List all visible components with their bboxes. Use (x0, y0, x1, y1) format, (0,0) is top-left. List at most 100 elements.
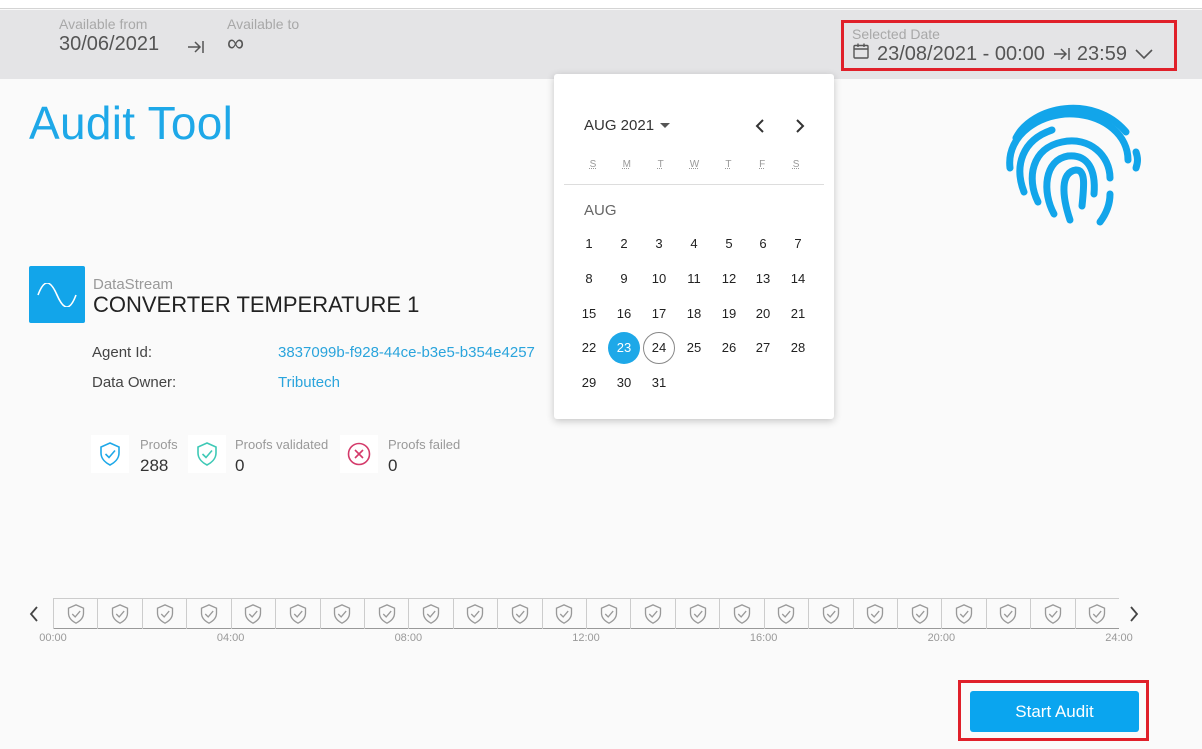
top-border (0, 0, 1202, 9)
timeline-segment[interactable] (541, 599, 586, 629)
weekday-label: T (725, 159, 732, 170)
calendar-day[interactable]: 15 (573, 298, 605, 330)
timeline-segment[interactable] (1030, 599, 1074, 629)
timeline-tick-label: 04:00 (216, 632, 245, 644)
timeline-segment[interactable] (97, 599, 141, 629)
shield-check-icon (334, 604, 351, 624)
timeline-segment[interactable] (586, 599, 630, 629)
calendar-month-label: AUG (584, 202, 617, 219)
calendar-day[interactable]: 19 (713, 298, 745, 330)
calendar-day[interactable]: 14 (782, 263, 814, 295)
timeline-segment[interactable] (763, 599, 808, 629)
calendar-day[interactable]: 16 (608, 298, 640, 330)
calendar-divider (564, 184, 824, 185)
calendar-day[interactable]: 12 (713, 263, 745, 295)
calendar-day[interactable]: 8 (573, 263, 605, 295)
timeline-prev-button[interactable] (24, 600, 44, 628)
proofs-label: Proofs (140, 437, 178, 452)
available-from: Available from 30/06/2021 (59, 16, 159, 56)
calendar-day[interactable]: 21 (782, 298, 814, 330)
calendar-day[interactable]: 6 (747, 228, 779, 260)
calendar-day[interactable]: 26 (713, 332, 745, 364)
calendar-day[interactable]: 13 (747, 263, 779, 295)
start-audit-button[interactable]: Start Audit (970, 691, 1139, 732)
timeline-segment[interactable] (452, 599, 497, 629)
calendar-day[interactable]: 27 (747, 332, 779, 364)
prev-month-button[interactable] (748, 114, 772, 138)
available-from-value: 30/06/2021 (59, 33, 160, 55)
timeline-segment[interactable] (852, 599, 897, 629)
datastream-name: CONVERTER TEMPERATURE 1 (93, 292, 420, 317)
timeline-segment[interactable] (497, 599, 541, 629)
calendar-day[interactable]: 7 (782, 228, 814, 260)
shield-check-icon (778, 604, 795, 624)
calendar-day[interactable]: 22 (573, 332, 605, 364)
timeline-segment[interactable] (230, 599, 275, 629)
next-month-button[interactable] (788, 114, 812, 138)
timeline-segment[interactable] (319, 599, 364, 629)
calendar-day[interactable]: 18 (678, 298, 710, 330)
shield-check-icon (289, 604, 306, 624)
shield-check-icon (1089, 604, 1106, 624)
timeline-segment[interactable] (674, 599, 719, 629)
shield-check-icon (245, 604, 262, 624)
calendar-day[interactable]: 11 (678, 263, 710, 295)
arrow-to-icon (186, 38, 206, 56)
timeline-segment[interactable] (141, 599, 186, 629)
data-owner-link[interactable]: Tributech (278, 374, 340, 391)
month-year-label: AUG 2021 (584, 117, 655, 134)
timeline-segment[interactable] (719, 599, 763, 629)
calendar-day[interactable]: 29 (573, 367, 605, 399)
timeline-segment[interactable] (1074, 599, 1119, 629)
timeline-next-button[interactable] (1124, 600, 1144, 628)
weekday-label: M (622, 159, 631, 170)
proofs-shield-icon (91, 435, 129, 473)
timeline-segment[interactable] (53, 599, 97, 629)
calendar-day[interactable]: 10 (643, 263, 675, 295)
weekday-label: W (689, 159, 700, 170)
timeline-segment[interactable] (941, 599, 985, 629)
available-to-value: ∞ (227, 30, 245, 57)
calendar-icon (852, 42, 870, 66)
calendar-day[interactable]: 4 (678, 228, 710, 260)
calendar-day[interactable]: 3 (643, 228, 675, 260)
shield-check-icon (111, 604, 129, 624)
timeline-tick-label: 12:00 (572, 632, 600, 644)
calendar-day[interactable]: 1 (573, 228, 605, 260)
calendar-day[interactable]: 25 (678, 332, 710, 364)
chevron-right-icon (796, 119, 805, 133)
calendar-day[interactable]: 5 (713, 228, 745, 260)
calendar-day[interactable]: 20 (747, 298, 779, 330)
datastream-wave-icon (29, 266, 85, 323)
timeline-segment[interactable] (363, 599, 408, 629)
calendar-day[interactable]: 2 (608, 228, 640, 260)
calendar-day[interactable]: 24 (643, 332, 675, 364)
agent-id-label: Agent Id: (92, 344, 153, 361)
timeline-segment[interactable] (630, 599, 674, 629)
selected-date-start: 23/08/2021 - 00:00 (877, 42, 1045, 65)
calendar-day[interactable]: 23 (608, 332, 640, 364)
timeline-segment[interactable] (985, 599, 1030, 629)
calendar-day[interactable]: 9 (608, 263, 640, 295)
timeline-segment[interactable] (896, 599, 941, 629)
timeline-segment[interactable] (408, 599, 452, 629)
agent-id-link[interactable]: 3837099b-f928-44ce-b3e5-b354e4257 (278, 344, 535, 361)
proofs-validated-shield-icon (188, 435, 226, 473)
timeline-segment[interactable] (186, 599, 230, 629)
calendar-day[interactable]: 30 (608, 367, 640, 399)
shield-check-icon (511, 604, 529, 624)
data-owner-label: Data Owner: (92, 374, 177, 391)
shield-check-icon (600, 604, 617, 624)
timeline-segment[interactable] (275, 599, 319, 629)
calendar-day[interactable]: 31 (643, 367, 675, 399)
arrow-to-icon (1052, 45, 1072, 63)
selected-date-picker[interactable]: 23/08/2021 - 00:00 23:59 (852, 42, 1154, 66)
selected-date-label: Selected Date (852, 26, 940, 42)
month-year-selector[interactable]: AUG 2021 (584, 117, 671, 134)
chevron-down-icon[interactable] (1134, 47, 1154, 61)
calendar-day[interactable]: 17 (643, 298, 675, 330)
proofs-failed-x-icon (340, 435, 378, 473)
calendar-day[interactable]: 28 (782, 332, 814, 364)
timeline-segment[interactable] (808, 599, 852, 629)
shield-check-icon (156, 604, 173, 624)
